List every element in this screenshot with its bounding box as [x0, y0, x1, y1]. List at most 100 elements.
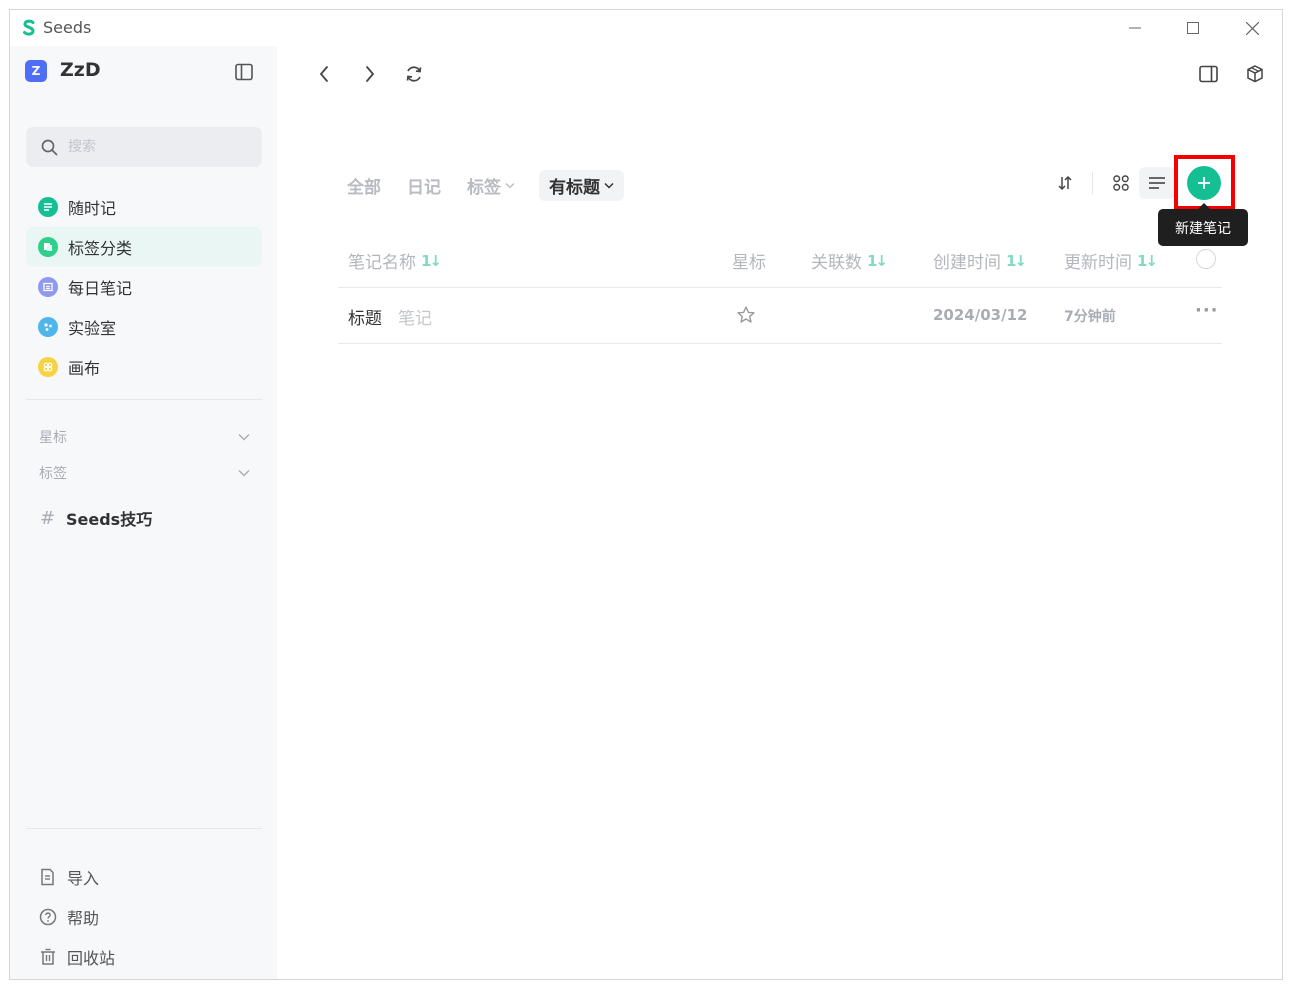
list-view-icon: [1149, 177, 1165, 189]
tags-section-header[interactable]: 标签: [26, 458, 262, 488]
sidebar-item-label: 每日笔记: [68, 279, 133, 298]
tab-all[interactable]: 全部: [347, 173, 381, 198]
sidebar-bottom-nav: 导入 帮助 回收站: [26, 857, 262, 977]
select-all-checkbox[interactable]: [1196, 249, 1216, 269]
starred-section-label: 星标: [39, 430, 67, 446]
column-header-updated-label: 更新时间: [1064, 253, 1132, 273]
tab-diary[interactable]: 日记: [407, 173, 441, 198]
workspace-name[interactable]: ZzD: [60, 59, 101, 81]
sidebar-item-label: 实验室: [68, 319, 117, 338]
tag-item-seeds-tips[interactable]: # Seeds技巧: [40, 506, 152, 530]
title-bar: Seeds: [10, 10, 1282, 46]
note-star-cell[interactable]: [736, 305, 756, 325]
note-name-cell: 标题 笔记: [348, 304, 432, 329]
cube-icon: [1247, 65, 1263, 83]
tag-category-icon: [38, 237, 58, 257]
note-updated-cell: 7分钟前: [1064, 306, 1116, 326]
sort-button[interactable]: [1047, 167, 1083, 199]
sidebar-divider: [26, 399, 262, 400]
table-header: 笔记名称 1↓ 星标 关联数 1↓ 创建时间 1↓ 更新时间 1↓: [338, 232, 1222, 288]
sort-icon: [1058, 175, 1072, 191]
sidebar: Z ZzD 随时记 标签分类: [10, 46, 277, 979]
grid-view-icon: [1113, 175, 1129, 191]
chevron-left-icon: [319, 66, 328, 82]
filter-tabs: 全部 日记 标签 有标题: [347, 170, 650, 201]
tag-label: Seeds技巧: [66, 510, 153, 529]
note-created-cell: 2024/03/12: [933, 306, 1027, 324]
maximize-icon: [1187, 22, 1199, 34]
trash-button[interactable]: 回收站: [26, 937, 262, 977]
sort-toggle-icon: 1↓: [1137, 251, 1158, 270]
forward-button[interactable]: [357, 61, 383, 87]
column-header-updated[interactable]: 更新时间 1↓: [1064, 248, 1158, 274]
sidebar-item-quick-notes[interactable]: 随时记: [26, 187, 262, 227]
hash-icon: #: [40, 507, 56, 529]
sort-toggle-icon: 1↓: [867, 251, 888, 270]
grid-view-button[interactable]: [1103, 167, 1139, 199]
chevron-down-icon: [238, 434, 250, 441]
sidebar-item-lab[interactable]: 实验室: [26, 307, 262, 347]
tab-titled[interactable]: 有标题: [539, 170, 624, 201]
refresh-button[interactable]: [401, 61, 427, 87]
toolbar-divider: [1092, 172, 1093, 194]
column-header-star: 星标: [732, 248, 766, 273]
search-box[interactable]: [26, 127, 262, 167]
sidebar-bottom-divider: [26, 828, 262, 829]
note-title: 标题: [348, 309, 382, 329]
minimize-button[interactable]: [1115, 14, 1155, 42]
minimize-icon: [1129, 27, 1141, 29]
app-title: Seeds: [43, 18, 92, 37]
import-button[interactable]: 导入: [26, 857, 262, 897]
plus-icon: [1198, 177, 1210, 189]
column-header-created-label: 创建时间: [933, 253, 1001, 273]
help-icon: [39, 908, 57, 926]
sidebar-item-label: 标签分类: [68, 239, 133, 258]
trash-icon: [41, 948, 55, 965]
back-button[interactable]: [311, 61, 337, 87]
trash-label: 回收站: [67, 949, 116, 968]
sidebar-toggle-icon[interactable]: [235, 63, 253, 81]
tab-tags[interactable]: 标签: [467, 173, 515, 198]
tab-titled-label: 有标题: [549, 178, 600, 198]
column-header-name[interactable]: 笔记名称 1↓: [348, 248, 442, 274]
search-input[interactable]: [68, 139, 238, 155]
import-icon: [41, 868, 54, 886]
close-icon: [1245, 21, 1259, 35]
starred-section-header[interactable]: 星标: [26, 422, 262, 452]
more-button[interactable]: ···: [1195, 300, 1219, 321]
chevron-down-icon: [604, 182, 614, 189]
chevron-right-icon: [366, 66, 375, 82]
sidebar-item-canvas[interactable]: 画布: [26, 347, 262, 387]
sidebar-item-label: 画布: [68, 359, 101, 378]
right-panel-icon: [1198, 65, 1218, 83]
column-header-created[interactable]: 创建时间 1↓: [933, 248, 1027, 274]
chevron-down-icon: [505, 183, 515, 189]
note-updated-time: 7分钟前: [1064, 309, 1116, 325]
column-header-links[interactable]: 关联数 1↓: [811, 248, 888, 274]
quick-note-icon: [38, 197, 58, 217]
panel-toggle-button[interactable]: [1195, 61, 1221, 87]
sort-toggle-icon: 1↓: [421, 251, 442, 270]
daily-note-icon: [38, 277, 58, 297]
list-view-button[interactable]: [1139, 167, 1175, 199]
notes-table: 笔记名称 1↓ 星标 关联数 1↓ 创建时间 1↓ 更新时间 1↓ 标题 笔记 …: [338, 232, 1222, 344]
sidebar-item-daily-notes[interactable]: 每日笔记: [26, 267, 262, 307]
note-type: 笔记: [398, 309, 432, 329]
cube-button[interactable]: [1242, 61, 1268, 87]
import-label: 导入: [67, 869, 100, 888]
new-note-button[interactable]: [1187, 166, 1221, 200]
more-icon: ···: [1195, 300, 1219, 321]
note-created-date: 2024/03/12: [933, 306, 1028, 324]
tab-tags-label: 标签: [467, 178, 501, 198]
sidebar-item-tag-categories[interactable]: 标签分类: [26, 227, 262, 267]
main-content: 全部 日记 标签 有标题 新建笔记 笔记名称 1↓ 星标 关联数 1↓ 创建时间…: [277, 46, 1282, 979]
help-button[interactable]: 帮助: [26, 897, 262, 937]
maximize-button[interactable]: [1173, 14, 1213, 42]
workspace-avatar[interactable]: Z: [25, 60, 47, 82]
column-header-name-label: 笔记名称: [348, 253, 416, 273]
table-row[interactable]: 标题 笔记 2024/03/12 7分钟前 ···: [338, 288, 1222, 344]
search-icon: [41, 139, 58, 155]
star-icon: [737, 306, 755, 323]
close-button[interactable]: [1232, 14, 1272, 42]
app-window: Seeds Z ZzD 搜索 随时记 标签分类 每日笔记 实验室 画布 星标 标…: [9, 9, 1283, 980]
